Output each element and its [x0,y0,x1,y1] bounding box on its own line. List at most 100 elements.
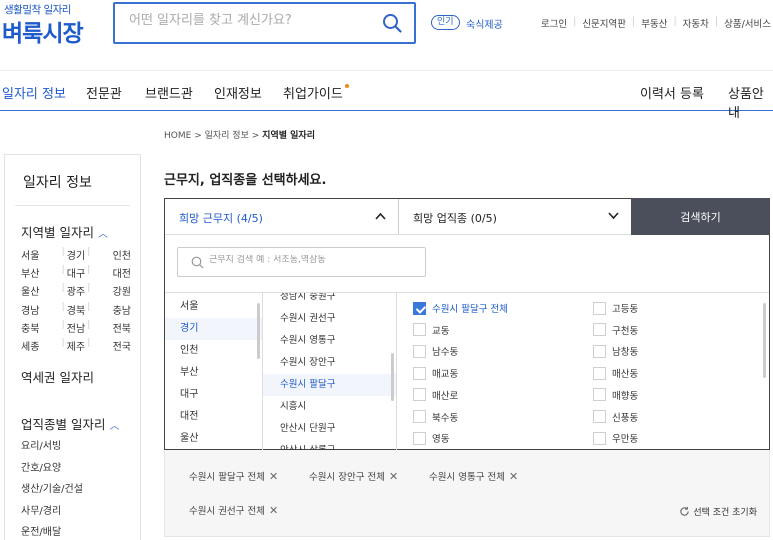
sidebar-heading-station[interactable]: 역세권 일자리 [21,367,94,386]
region-link[interactable]: 대전 [94,265,131,280]
dong-checkbox[interactable]: 남수동 [413,343,458,359]
region-link[interactable]: 울산 [21,283,58,298]
city-item[interactable]: 수원시 장안구 [263,352,396,374]
dong-label: 매향동 [612,390,639,402]
region-link[interactable]: 전북 [94,320,131,335]
region-link[interactable]: 세종 [21,338,58,353]
nav-career-guide[interactable]: 취업가이드 [283,83,349,102]
breadcrumb-separator: > [194,131,202,141]
breadcrumb-jobs[interactable]: 일자리 정보 [205,131,249,141]
job-type-link[interactable]: 요리/서빙 [21,437,83,459]
region-link[interactable]: 대구 [58,265,95,280]
main-search-input[interactable] [129,13,369,28]
job-type-link[interactable]: 생산/기술/건설 [21,480,83,502]
city-item[interactable]: 안산시 상록구 [263,440,396,450]
city-item[interactable]: 수원시 권선구 [263,308,396,330]
province-scrollbar[interactable] [257,303,260,359]
province-item[interactable]: 서울 [165,296,262,318]
dong-checkbox[interactable]: 고등동 [593,300,638,316]
dong-checkbox[interactable]: 구천동 [593,322,638,338]
search-icon[interactable] [382,13,402,33]
region-link[interactable]: 인천 [94,247,131,262]
nav-jobs[interactable]: 일자리 정보 [2,83,66,102]
dong-checkbox[interactable]: 매산동 [593,365,638,381]
checkbox-icon [593,410,606,423]
dong-checkbox[interactable]: 교동 [413,322,449,338]
login-link[interactable]: 로그인 [541,16,567,30]
nav-products[interactable]: 상품안내 [728,83,773,121]
dong-checkbox[interactable]: 영동 [413,430,449,446]
job-type-link[interactable]: 운전/배달 [21,523,83,540]
dong-checkbox[interactable]: 매산로 [413,387,458,403]
region-link[interactable]: 제주 [58,338,95,353]
dong-checkbox[interactable]: 신풍동 [593,409,638,425]
tab-jobtype[interactable]: 희망 업직종 (0/5) [399,199,631,235]
region-link[interactable]: 부산 [21,265,58,280]
checkbox-icon [413,366,426,380]
tab-area[interactable]: 희망 근무지 (4/5) [165,199,399,235]
dong-checkbox[interactable]: 남창동 [593,343,638,359]
sidebar-title: 일자리 정보 [23,175,92,191]
nav-talent[interactable]: 인재정보 [214,83,262,102]
province-item[interactable]: 인천 [165,340,262,362]
province-item[interactable]: 대구 [165,384,262,406]
job-type-link[interactable]: 간호/요양 [21,459,83,481]
dong-checkbox[interactable]: 매향동 [593,387,638,403]
dong-checkbox[interactable]: 수원시 팔달구 전체 [413,300,508,316]
nav-resume-register[interactable]: 이력서 등록 [640,83,704,102]
logo[interactable]: 벼룩시장 [2,14,84,48]
selected-chip: 수원시 장안구 전체 ✕ [309,469,398,483]
city-item[interactable]: 수원시 영통구 [263,330,396,352]
region-link[interactable]: 경기 [58,247,95,262]
products-services-link[interactable]: 상품/서비스 [724,16,771,30]
region-link[interactable]: 충북 [21,320,58,335]
nav-specialty[interactable]: 전문관 [86,83,122,102]
dong-label: 고등동 [612,304,639,315]
sidebar-heading-region[interactable]: 지역별 일자리 ︿ [21,222,108,241]
close-icon[interactable]: ✕ [509,470,518,483]
newspaper-region-link[interactable]: 신문지역판 [582,16,626,30]
car-link[interactable]: 자동차 [683,16,709,30]
region-link[interactable]: 경북 [58,302,95,317]
sidebar-heading-jobtype[interactable]: 업직종별 일자리 ︿ [21,414,119,433]
city-item[interactable]: 안산시 단원구 [263,418,396,440]
region-link[interactable]: 서울 [21,247,58,262]
close-icon[interactable]: ✕ [269,470,278,483]
close-icon[interactable]: ✕ [269,504,278,517]
region-link[interactable]: 강원 [94,283,131,298]
area-search-input[interactable] [209,255,419,265]
dong-label: 남수동 [432,347,459,359]
city-item[interactable]: 성남시 중원구 [263,293,396,308]
sidebar: 일자리 정보 지역별 일자리︿ 서울경기인천 부산대구대전 울산광주강원 경남경… [4,154,141,540]
dong-label: 매산동 [612,369,639,381]
nav-brand[interactable]: 브랜드관 [145,83,193,102]
dong-scrollbar[interactable] [763,303,766,378]
region-link[interactable]: 전남 [58,320,95,335]
dong-checkbox[interactable]: 북수동 [413,409,458,425]
reset-button[interactable]: 선택 조건 초기화 [679,505,757,518]
region-link[interactable]: 경남 [21,302,58,317]
close-icon[interactable]: ✕ [389,470,398,483]
province-item[interactable]: 부산 [165,362,262,384]
region-link[interactable]: 광주 [58,283,95,298]
chevron-up-icon: ︿ [109,421,120,432]
job-type-link[interactable]: 사무/경리 [21,502,83,524]
breadcrumb-home[interactable]: HOME [164,131,191,141]
region-link[interactable]: 전국 [94,338,131,353]
city-scrollbar[interactable] [391,353,394,401]
dong-checkbox[interactable]: 우만동 [593,430,638,446]
breadcrumb-separator: > [251,131,260,141]
province-item[interactable]: 대전 [165,406,262,428]
province-item[interactable]: 울산 [165,428,262,450]
province-list: 서울 경기 인천 부산 대구 대전 울산 [165,293,263,450]
province-item[interactable]: 경기 [165,318,262,340]
search-button[interactable]: 검색하기 [631,198,770,235]
popular-keyword-link[interactable]: 숙식제공 [466,16,503,31]
region-link[interactable]: 충남 [94,302,131,317]
city-item[interactable]: 시흥시 [263,396,396,418]
dong-checkbox[interactable]: 매교동 [413,365,458,381]
city-item[interactable]: 수원시 팔달구 [263,374,396,396]
real-estate-link[interactable]: 부동산 [641,16,667,30]
selected-chip: 수원시 영통구 전체 ✕ [429,469,518,483]
divider [15,205,130,206]
